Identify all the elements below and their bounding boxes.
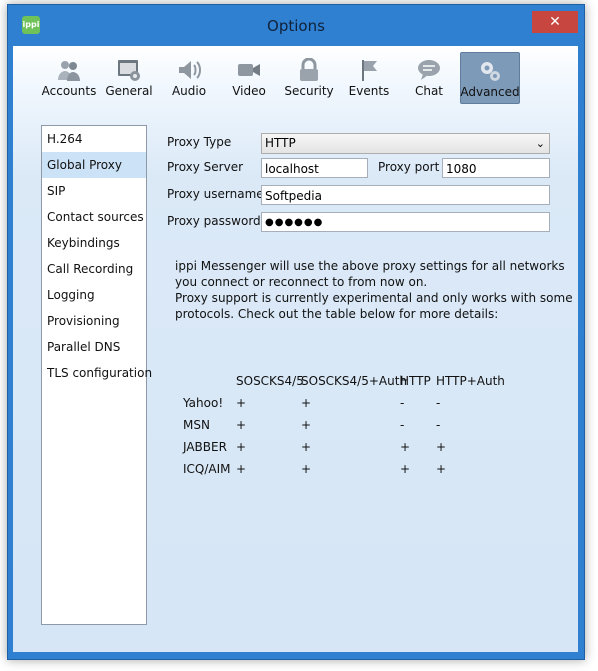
row-label: JABBER xyxy=(183,440,227,454)
toolbar-security[interactable]: Security xyxy=(280,52,338,102)
proxy-password-input[interactable]: ●●●●●● xyxy=(261,212,550,232)
row-label: Yahoo! xyxy=(183,396,224,410)
proxy-type-select[interactable]: HTTP ⌄ xyxy=(261,133,550,154)
table-header: HTTP+Auth xyxy=(436,374,505,388)
info-line: you connect or reconnect to from now on. xyxy=(175,275,428,289)
proxy-username-input[interactable]: Softpedia xyxy=(261,185,550,205)
sidebar-item-keybindings[interactable]: Keybindings xyxy=(42,230,146,256)
sidebar-item-sip[interactable]: SIP xyxy=(42,178,146,204)
proxy-server-label: Proxy Server xyxy=(167,160,244,174)
info-line: protocols. Check out the table below for… xyxy=(175,307,499,321)
sidebar-item-call-recording[interactable]: Call Recording xyxy=(42,256,146,282)
toolbar-label: Chat xyxy=(414,84,444,98)
table-cell: - xyxy=(436,418,441,432)
sidebar-item-tls-configuration[interactable]: TLS configuration xyxy=(42,360,152,386)
table-cell: + xyxy=(301,440,312,454)
proxy-server-input[interactable]: localhost xyxy=(261,158,368,178)
toolbar-accounts[interactable]: Accounts xyxy=(40,52,98,102)
toolbar-events[interactable]: Events xyxy=(340,52,398,102)
toolbar-advanced[interactable]: Advanced xyxy=(460,52,520,104)
sidebar-item-contact-sources[interactable]: Contact sources xyxy=(42,204,146,230)
table-cell: + xyxy=(236,440,247,454)
table-cell: + xyxy=(301,462,312,476)
proxy-port-input[interactable]: 1080 xyxy=(442,158,550,178)
table-cell: + xyxy=(400,440,411,454)
sidebar-item-global-proxy[interactable]: Global Proxy xyxy=(42,152,146,178)
table-cell: + xyxy=(236,418,247,432)
events-icon xyxy=(362,60,377,81)
sidebar-item-parallel-dns[interactable]: Parallel DNS xyxy=(42,334,146,360)
chevron-down-icon: ⌄ xyxy=(535,137,545,150)
advanced-icon xyxy=(481,62,500,81)
proxy-info-text: ippi Messenger will use the above proxy … xyxy=(175,258,573,322)
row-label: ICQ/AIM xyxy=(183,462,231,476)
client-area: Accounts General Audio Video Security Ev… xyxy=(13,46,578,652)
toolbar-general[interactable]: General xyxy=(100,52,158,102)
table-cell: + xyxy=(301,396,312,410)
table-cell: - xyxy=(400,418,405,432)
table-cell: - xyxy=(436,396,441,410)
title-bar[interactable]: ippi Options ✕ xyxy=(8,5,584,46)
proxy-type-value: HTTP xyxy=(265,136,296,150)
table-cell: + xyxy=(236,396,247,410)
options-window: ippi Options ✕ Accounts General Audio Vi… xyxy=(7,4,585,660)
proxy-type-label: Proxy Type xyxy=(167,135,232,149)
table-cell: + xyxy=(436,462,447,476)
chat-icon xyxy=(418,60,440,80)
security-icon xyxy=(300,58,318,81)
table-cell: - xyxy=(400,396,405,410)
toolbar-audio[interactable]: Audio xyxy=(160,52,218,102)
sidebar-item-h264[interactable]: H.264 xyxy=(42,126,146,152)
accounts-icon xyxy=(58,61,80,81)
table-cell: + xyxy=(436,440,447,454)
sidebar-item-provisioning[interactable]: Provisioning xyxy=(42,308,146,334)
audio-icon xyxy=(179,61,201,79)
toolbar-label: Advanced xyxy=(460,85,520,99)
table-cell: + xyxy=(400,462,411,476)
proxy-password-label: Proxy password xyxy=(167,214,261,228)
settings-category-list: H.264 Global Proxy SIP Contact sources K… xyxy=(41,125,152,625)
toolbar-video[interactable]: Video xyxy=(220,52,278,102)
proxy-port-label: Proxy port xyxy=(378,160,440,174)
proxy-username-label: Proxy username xyxy=(167,187,264,201)
toolbar-chat[interactable]: Chat xyxy=(400,52,458,102)
video-icon xyxy=(238,64,260,76)
table-header: HTTP xyxy=(400,374,431,388)
row-label: MSN xyxy=(183,418,210,432)
sidebar-item-logging[interactable]: Logging xyxy=(42,282,146,308)
table-header: SOSCKS4/5+Auth xyxy=(301,374,408,388)
table-header: SOSCKS4/5 xyxy=(236,374,304,388)
close-button[interactable]: ✕ xyxy=(532,11,578,33)
info-line: Proxy support is currently experimental … xyxy=(175,291,573,305)
window-title: Options xyxy=(267,17,325,35)
general-icon xyxy=(118,60,140,81)
table-cell: + xyxy=(301,418,312,432)
info-line: ippi Messenger will use the above proxy … xyxy=(175,259,565,273)
table-cell: + xyxy=(236,462,247,476)
